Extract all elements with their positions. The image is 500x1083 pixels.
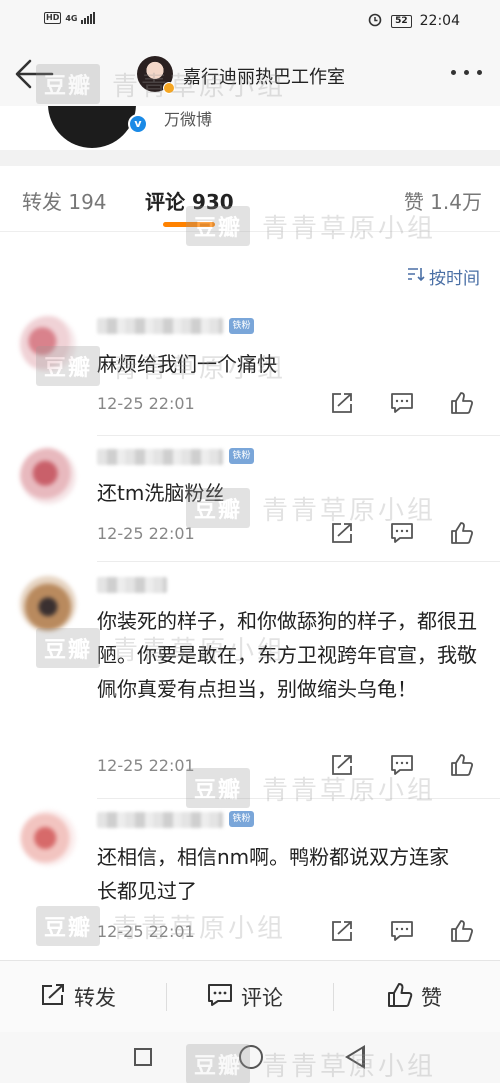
repost-comment-icon[interactable] xyxy=(330,754,354,776)
section-divider xyxy=(0,150,500,166)
repost-comment-icon[interactable] xyxy=(330,392,354,414)
comment-label: 评论 xyxy=(241,986,283,1010)
reply-comment-icon[interactable] xyxy=(390,754,414,776)
alarm-icon xyxy=(367,11,383,31)
comment-divider xyxy=(97,561,500,562)
post-header: v 万微博 xyxy=(0,106,500,150)
post-author-avatar[interactable] xyxy=(48,106,136,148)
comment-actions xyxy=(330,754,474,776)
sort-label: 按时间 xyxy=(429,269,480,289)
like-comment-icon[interactable] xyxy=(450,754,474,776)
system-nav-bar xyxy=(0,1032,500,1083)
clock: 22:04 xyxy=(419,13,460,29)
comment-text: 麻烦给我们一个痛快 xyxy=(97,352,277,376)
tab-like[interactable]: 赞 1.4万 xyxy=(404,186,482,215)
fan-badge: 铁粉 xyxy=(229,318,254,334)
engagement-tabs: 转发 194 评论 930 赞 1.4万 xyxy=(0,166,500,232)
sort-by-time-button[interactable]: 按时间 xyxy=(407,264,480,289)
comment-button[interactable]: 评论 xyxy=(207,961,283,1033)
fan-badge: 铁粉 xyxy=(229,448,254,464)
signal-icon xyxy=(81,12,96,24)
commenter-avatar[interactable] xyxy=(20,448,76,504)
commenter-name-blurred[interactable] xyxy=(97,577,167,593)
comment-time: 12-25 22:01 xyxy=(97,922,195,941)
comment-divider xyxy=(97,435,500,436)
comment-time: 12-25 22:01 xyxy=(97,756,195,775)
home-icon[interactable] xyxy=(239,1045,263,1069)
comment-text: 你装死的样子，和你做舔狗的样子，都很丑陋。你要是敢在，东方卫视跨年官宣，我敬佩你… xyxy=(97,609,477,701)
comment-time: 12-25 22:01 xyxy=(97,394,195,413)
comment-item: 铁粉 还相信，相信nm啊。鸭粉都说双方连家长都见过了 12-25 22:01 xyxy=(0,810,500,950)
toolbar-divider xyxy=(166,983,167,1011)
status-right: 52 22:04 xyxy=(367,11,460,31)
commenter-name-blurred[interactable] xyxy=(97,318,223,334)
post-source: 万微博 xyxy=(164,110,213,129)
account-title[interactable]: 嘉行迪丽热巴工作室 xyxy=(183,63,345,89)
commenter-avatar[interactable] xyxy=(20,316,76,372)
commenter-name-blurred[interactable] xyxy=(97,449,223,465)
like-comment-icon[interactable] xyxy=(450,392,474,414)
repost-label: 转发 xyxy=(74,986,116,1010)
system-back-icon[interactable] xyxy=(345,1045,365,1069)
comment-actions xyxy=(330,522,474,544)
comment-time: 12-25 22:01 xyxy=(97,524,195,543)
like-label: 赞 xyxy=(421,986,442,1010)
reply-comment-icon[interactable] xyxy=(390,392,414,414)
tab-repost[interactable]: 转发 194 xyxy=(22,186,107,215)
reply-comment-icon[interactable] xyxy=(390,920,414,942)
toolbar-divider xyxy=(333,983,334,1011)
comment-item: 你装死的样子，和你做舔狗的样子，都很丑陋。你要是敢在，东方卫视跨年官宣，我敬佩你… xyxy=(0,572,500,800)
top-nav: 嘉行迪丽热巴工作室 xyxy=(0,40,500,106)
like-comment-icon[interactable] xyxy=(450,920,474,942)
bottom-toolbar: 转发 评论 赞 xyxy=(0,960,500,1032)
status-left: HD 4G xyxy=(44,12,96,24)
sort-bar: 按时间 xyxy=(0,232,500,316)
verified-v-icon: v xyxy=(128,114,148,134)
verified-badge-icon xyxy=(163,82,175,94)
repost-comment-icon[interactable] xyxy=(330,920,354,942)
comment-text: 还tm洗脑粉丝 xyxy=(97,481,225,505)
comment-item: 铁粉 麻烦给我们一个痛快 12-25 22:01 xyxy=(0,316,500,436)
repost-comment-icon[interactable] xyxy=(330,522,354,544)
comment-divider xyxy=(97,798,500,799)
repost-button[interactable]: 转发 xyxy=(40,961,116,1033)
network-label: 4G xyxy=(65,13,78,23)
more-options-icon[interactable] xyxy=(451,70,482,75)
comment-icon xyxy=(207,983,233,1012)
reply-comment-icon[interactable] xyxy=(390,522,414,544)
comment-actions xyxy=(330,920,474,942)
comment-item: 铁粉 还tm洗脑粉丝 12-25 22:01 xyxy=(0,444,500,562)
tab-comment[interactable]: 评论 930 xyxy=(145,186,234,215)
recent-apps-icon[interactable] xyxy=(134,1048,152,1066)
battery-icon: 52 xyxy=(391,14,412,28)
like-button[interactable]: 赞 xyxy=(387,961,442,1033)
status-bar: HD 4G 52 22:04 xyxy=(0,0,500,40)
back-arrow-icon[interactable] xyxy=(14,58,54,90)
comment-text: 还相信，相信nm啊。鸭粉都说双方连家长都见过了 xyxy=(97,845,450,903)
hd-badge: HD xyxy=(44,12,62,24)
comment-actions xyxy=(330,392,474,414)
like-comment-icon[interactable] xyxy=(450,522,474,544)
thumbs-up-icon xyxy=(387,982,413,1012)
commenter-avatar[interactable] xyxy=(20,576,76,632)
repost-icon xyxy=(40,983,66,1012)
sort-icon xyxy=(407,266,425,287)
active-tab-indicator xyxy=(163,222,215,227)
commenter-avatar[interactable] xyxy=(20,810,76,866)
commenter-name-blurred[interactable] xyxy=(97,812,223,828)
fan-badge: 铁粉 xyxy=(229,811,254,827)
